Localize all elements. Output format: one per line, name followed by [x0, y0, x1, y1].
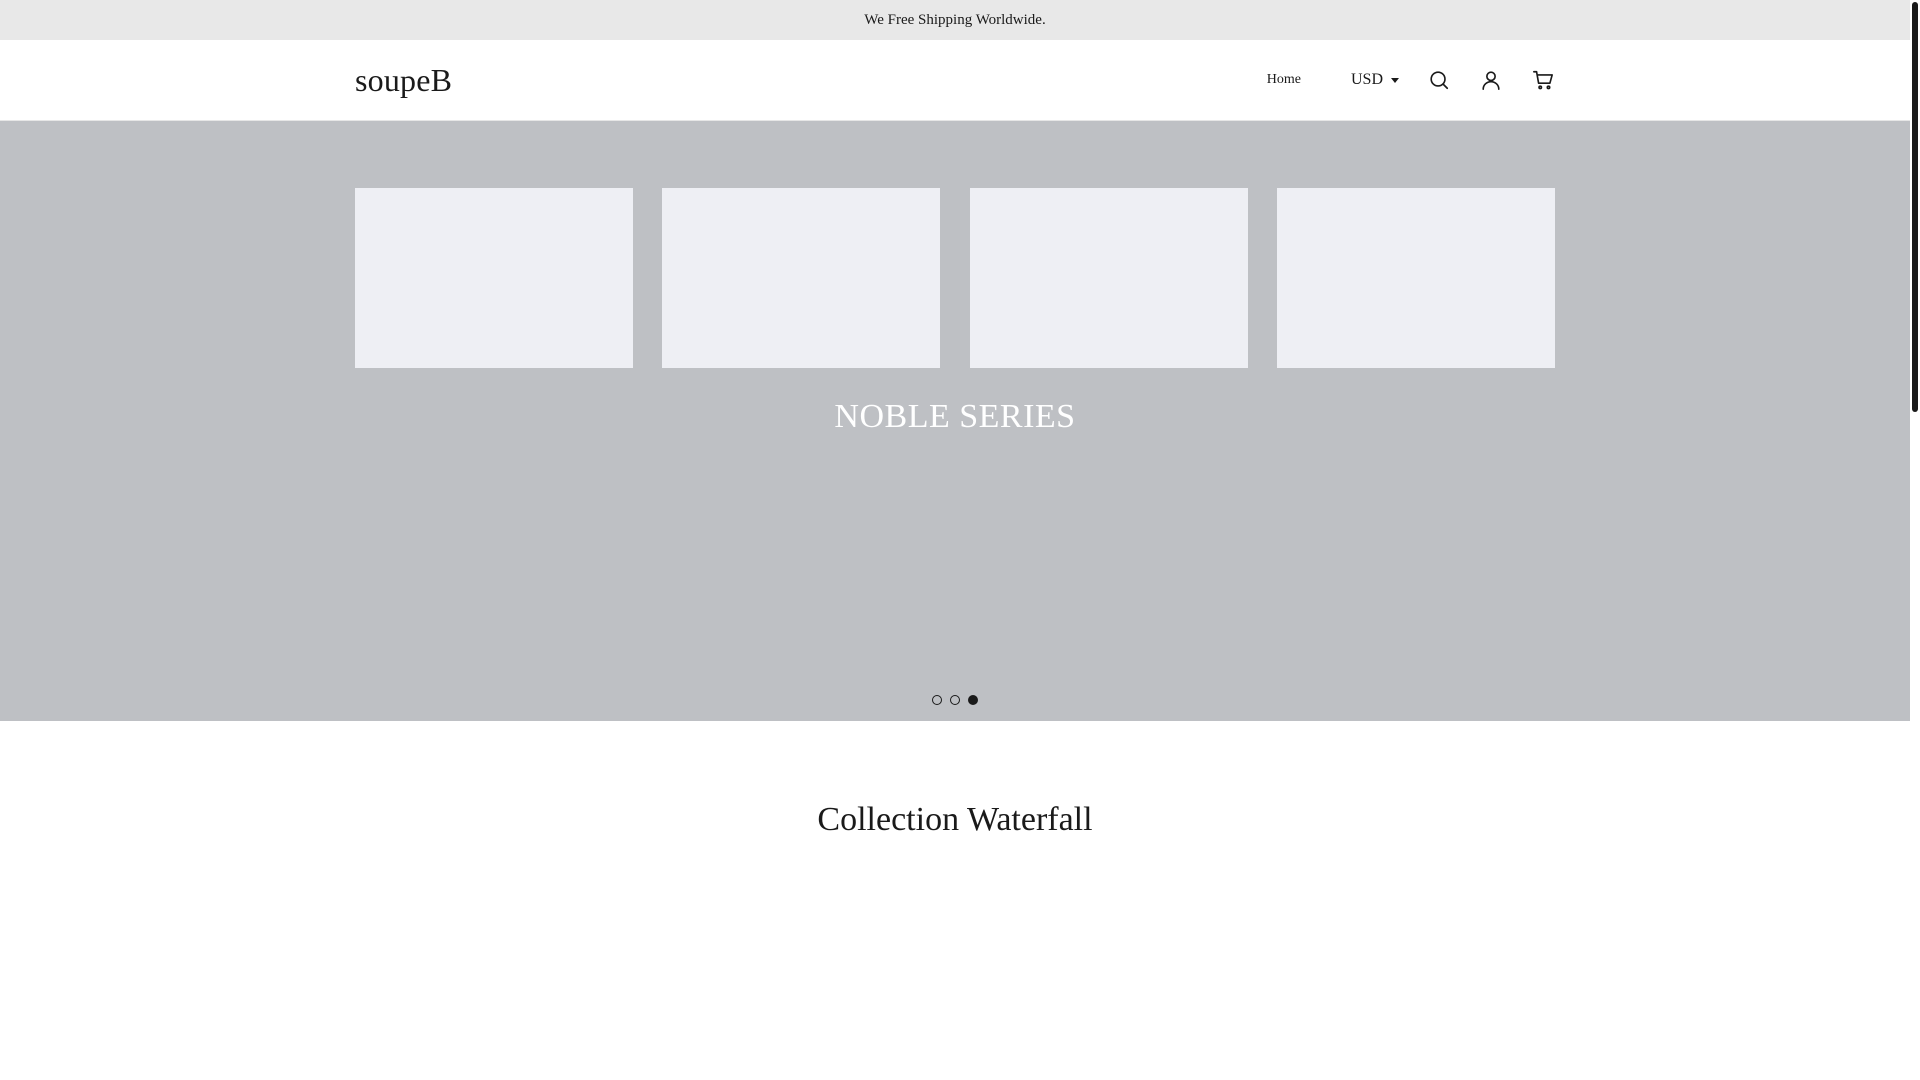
- slide-dot-2[interactable]: [950, 695, 960, 705]
- scrollbar-thumb[interactable]: [1912, 2, 1918, 412]
- slideshow-dots: [928, 695, 982, 705]
- slide-dot-3[interactable]: [968, 695, 978, 705]
- announcement-bar: We Free Shipping Worldwide.: [0, 0, 1910, 40]
- nav-home-link[interactable]: Home: [1267, 72, 1301, 88]
- header-actions: Home USD: [1267, 68, 1555, 92]
- slide-dot-1[interactable]: [932, 695, 942, 705]
- collection-title: Collection Waterfall: [817, 801, 1093, 838]
- collection-card[interactable]: [969, 188, 1248, 368]
- currency-value: USD: [1350, 71, 1383, 88]
- cart-button[interactable]: [1531, 68, 1555, 92]
- collection-card[interactable]: [355, 188, 633, 368]
- search-button[interactable]: [1427, 68, 1451, 92]
- chevron-down-icon: [1391, 77, 1399, 83]
- site-logo[interactable]: soupeB: [355, 62, 452, 99]
- currency-selector[interactable]: USD: [1351, 71, 1399, 89]
- header-inner: soupeB Home USD: [355, 40, 1555, 120]
- account-button[interactable]: [1479, 68, 1503, 92]
- collection-section: Collection Waterfall: [0, 721, 1910, 839]
- collection-card[interactable]: [1276, 188, 1555, 368]
- announcement-text: We Free Shipping Worldwide.: [864, 11, 1046, 28]
- collection-card[interactable]: [662, 188, 941, 368]
- search-icon: [1430, 71, 1449, 90]
- hero-title: NOBLE SERIES: [834, 398, 1076, 435]
- page-scrollbar[interactable]: [1910, 0, 1920, 1080]
- collection-grid: [355, 188, 1555, 368]
- page: We Free Shipping Worldwide. soupeB Home …: [0, 0, 1910, 1080]
- user-icon: [1482, 71, 1500, 90]
- cart-icon: [1533, 70, 1553, 90]
- site-header: soupeB Home USD: [0, 40, 1910, 121]
